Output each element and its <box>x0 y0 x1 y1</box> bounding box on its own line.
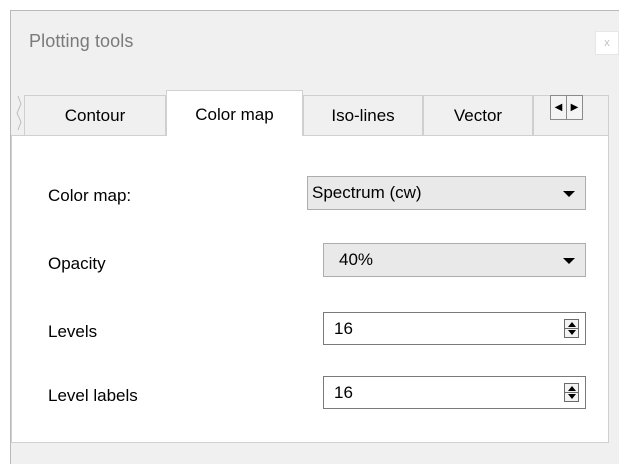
color-map-label: Color map: <box>48 186 132 205</box>
level-labels-spinbox[interactable]: 16 <box>323 376 586 409</box>
tab-overflow-edge-icon <box>16 95 22 131</box>
title-bar: Plotting tools x <box>11 11 619 71</box>
tab-vector[interactable]: Vector <box>423 95 533 135</box>
opacity-select[interactable]: 40% <box>323 243 586 277</box>
step-up-icon[interactable] <box>568 386 576 391</box>
chevron-down-icon <box>563 191 575 197</box>
left-arrow-icon[interactable]: ◀ <box>551 96 566 119</box>
chevron-down-icon <box>563 258 575 264</box>
tab-scroll-buttons: ◀ ▶ <box>550 95 583 120</box>
step-up-icon[interactable] <box>568 322 576 327</box>
tab-bar: Contour Color map Iso-lines Vector ◀ ▶ <box>11 90 619 136</box>
plotting-tools-window: Plotting tools x Contour Color map Iso-l… <box>10 10 619 464</box>
step-down-icon[interactable] <box>568 330 576 335</box>
right-arrow-icon[interactable]: ▶ <box>566 96 582 119</box>
levels-stepper[interactable] <box>564 319 579 338</box>
level-labels-value: 16 <box>334 383 353 402</box>
tab-iso-lines[interactable]: Iso-lines <box>303 95 423 135</box>
tab-color-map[interactable]: Color map <box>166 90 303 136</box>
window-title: Plotting tools <box>29 31 134 51</box>
tab-contour[interactable]: Contour <box>24 95 166 135</box>
step-down-icon[interactable] <box>568 394 576 399</box>
stepper-divider <box>565 392 578 393</box>
opacity-value: 40% <box>339 250 374 269</box>
levels-label: Levels <box>48 322 98 341</box>
close-button[interactable]: x <box>595 31 619 55</box>
levels-value: 16 <box>334 319 353 338</box>
stepper-divider <box>565 328 578 329</box>
opacity-label: Opacity <box>48 254 106 273</box>
color-map-panel: Color map: Spectrum (cw) Opacity 40% Lev… <box>11 135 609 443</box>
color-map-select[interactable]: Spectrum (cw) <box>307 176 586 210</box>
level-labels-stepper[interactable] <box>564 383 579 402</box>
level-labels-label: Level labels <box>48 386 138 405</box>
color-map-value: Spectrum (cw) <box>312 183 422 202</box>
levels-spinbox[interactable]: 16 <box>323 312 586 345</box>
